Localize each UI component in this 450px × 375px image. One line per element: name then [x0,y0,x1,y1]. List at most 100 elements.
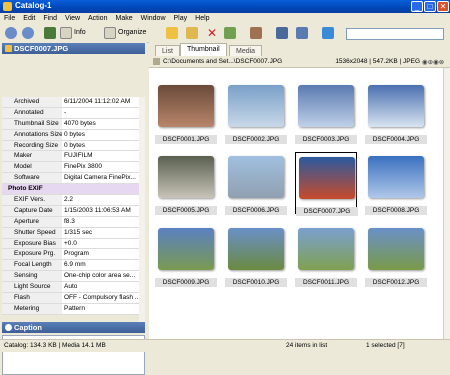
thumbnail-image [228,85,284,127]
tree-icon[interactable] [44,27,56,39]
tab-list[interactable]: List [155,45,180,56]
thumbnail-item[interactable]: DSCF0008.JPG [365,152,427,215]
thumbnail-caption: DSCF0002.JPG [225,135,287,144]
tab-thumbnail[interactable]: Thumbnail [180,43,227,56]
exif-value: Program [64,250,89,258]
thumbnail-item[interactable]: DSCF0011.JPG [295,224,357,287]
thumbnail-item[interactable]: DSCF0007.JPG [295,152,358,216]
menu-help[interactable]: Help [191,13,213,24]
thumbnail-image [158,228,214,270]
delete-icon[interactable]: ✕ [206,27,218,39]
view-icon[interactable] [322,27,334,39]
thumbnail-caption: DSCF0010.JPG [225,278,287,287]
import-icon[interactable] [224,27,236,39]
selection-count: 1 selected [7] [366,342,405,349]
thumbnail-item[interactable]: DSCF0003.JPG [295,81,357,144]
menu-file[interactable]: File [0,13,19,24]
thumbnail-item[interactable]: DSCF0010.JPG [225,224,287,287]
grid-scrollbar[interactable] [443,68,450,339]
exif-key: Metering [2,303,62,314]
search-input[interactable] [346,28,444,40]
status-bar: Catalog: 134.3 KB | Media 14.1 MB 24 ite… [0,339,450,352]
caption-header[interactable]: Caption [2,322,145,333]
prop-value: FinePix 3800 [64,163,102,171]
prop-row: Annotations Size 0 bytes [2,129,145,141]
organize-icon[interactable] [104,27,116,39]
thumbnail-image [299,157,355,199]
thumbnail-image [228,228,284,270]
menu-find[interactable]: Find [39,13,61,24]
folder-icon [153,58,160,65]
prop-key: Maker [2,151,62,162]
thumbnail-item[interactable]: DSCF0004.JPG [365,81,427,144]
thumbnail-caption: DSCF0003.JPG [295,135,357,144]
open-folder-icon[interactable] [186,27,198,39]
info-icon[interactable] [60,27,72,39]
nav-icons[interactable]: ◉⊕◉⊗ [422,58,446,66]
prop-key: Thumbnail Size [2,118,62,129]
exif-value: Pattern [64,304,85,312]
properties-scrollbar[interactable] [139,97,145,325]
print-icon[interactable] [296,27,308,39]
file-path: C:\Documents and Set...\DSCF0007.JPG [163,58,283,65]
file-header[interactable]: DSCF0007.JPG [2,43,145,54]
exif-key: Aperture [2,216,62,227]
thumbnail-item[interactable]: DSCF0006.JPG [225,152,287,215]
exif-row: Exposure Prg. Program [2,249,145,261]
thumbnail-image [298,85,354,127]
exif-key: Shutter Speed [2,227,62,238]
thumbnail-item[interactable]: DSCF0002.JPG [225,81,287,144]
thumbnail-item[interactable]: DSCF0001.JPG [155,81,217,144]
prop-key: Annotations Size [2,129,62,140]
exif-row: Light Source Auto [2,282,145,294]
prop-key: Archived [2,97,62,107]
menu-window[interactable]: Window [137,13,170,24]
minimize-button[interactable]: _ [411,1,423,12]
share-icon[interactable] [250,27,262,39]
menu-make[interactable]: Make [111,13,136,24]
exif-row: Sensing One-chip color area se... [2,271,145,283]
forward-icon[interactable] [22,27,34,39]
thumbnail-image [298,228,354,270]
file-icon [5,45,12,52]
exif-key: Focal Length [2,260,62,271]
prop-value: Digital Camera FinePix... [64,174,136,182]
thumbnail-caption: DSCF0006.JPG [225,206,287,215]
exif-value: OFF - Compulsory flash ... [64,294,139,302]
thumbnail-item[interactable]: DSCF0005.JPG [155,152,217,215]
prop-key: Recording Size [2,140,62,151]
title-bar: Catalog-1 _ □ ✕ [0,0,450,13]
thumbnail-item[interactable]: DSCF0009.JPG [155,224,217,287]
exif-value: 1/15/2003 11:06:53 AM [64,206,131,214]
thumbnail-item[interactable]: DSCF0012.JPG [365,224,427,287]
prop-value: 0 bytes [64,141,85,149]
right-panel: List Thumbnail Media C:\Documents and Se… [149,42,450,339]
toolbar: Info Organize ✕ [0,24,450,43]
text-icon[interactable] [276,27,288,39]
prop-key: Software [2,173,62,184]
thumbnail-caption: DSCF0001.JPG [155,135,217,144]
thumbnail-image [158,156,214,198]
organize-label[interactable]: Organize [118,29,146,36]
menu-bar: File Edit Find View Action Make Window Play Help [0,13,450,24]
menu-view[interactable]: View [61,13,84,24]
back-icon[interactable] [5,27,17,39]
prop-row: Annotated - [2,107,145,119]
maximize-button[interactable]: □ [424,1,436,12]
exif-value: 6.9 mm [64,261,86,269]
menu-play[interactable]: Play [170,13,192,24]
thumbnail-image [368,85,424,127]
prop-value: 0 bytes [64,130,85,138]
thumbnail-caption: DSCF0009.JPG [155,278,217,287]
info-label[interactable]: Info [74,29,86,36]
close-button[interactable]: ✕ [437,1,449,12]
exif-key: Capture Date [2,205,62,216]
menu-action[interactable]: Action [84,13,111,24]
tab-media[interactable]: Media [229,45,263,56]
thumbnail-caption: DSCF0005.JPG [155,206,217,215]
menu-edit[interactable]: Edit [19,13,39,24]
thumbnail-caption: DSCF0007.JPG [296,207,358,216]
thumbnail-image [368,228,424,270]
exif-section-header[interactable]: Photo EXIF [2,184,145,196]
folder-icon[interactable] [166,27,178,39]
